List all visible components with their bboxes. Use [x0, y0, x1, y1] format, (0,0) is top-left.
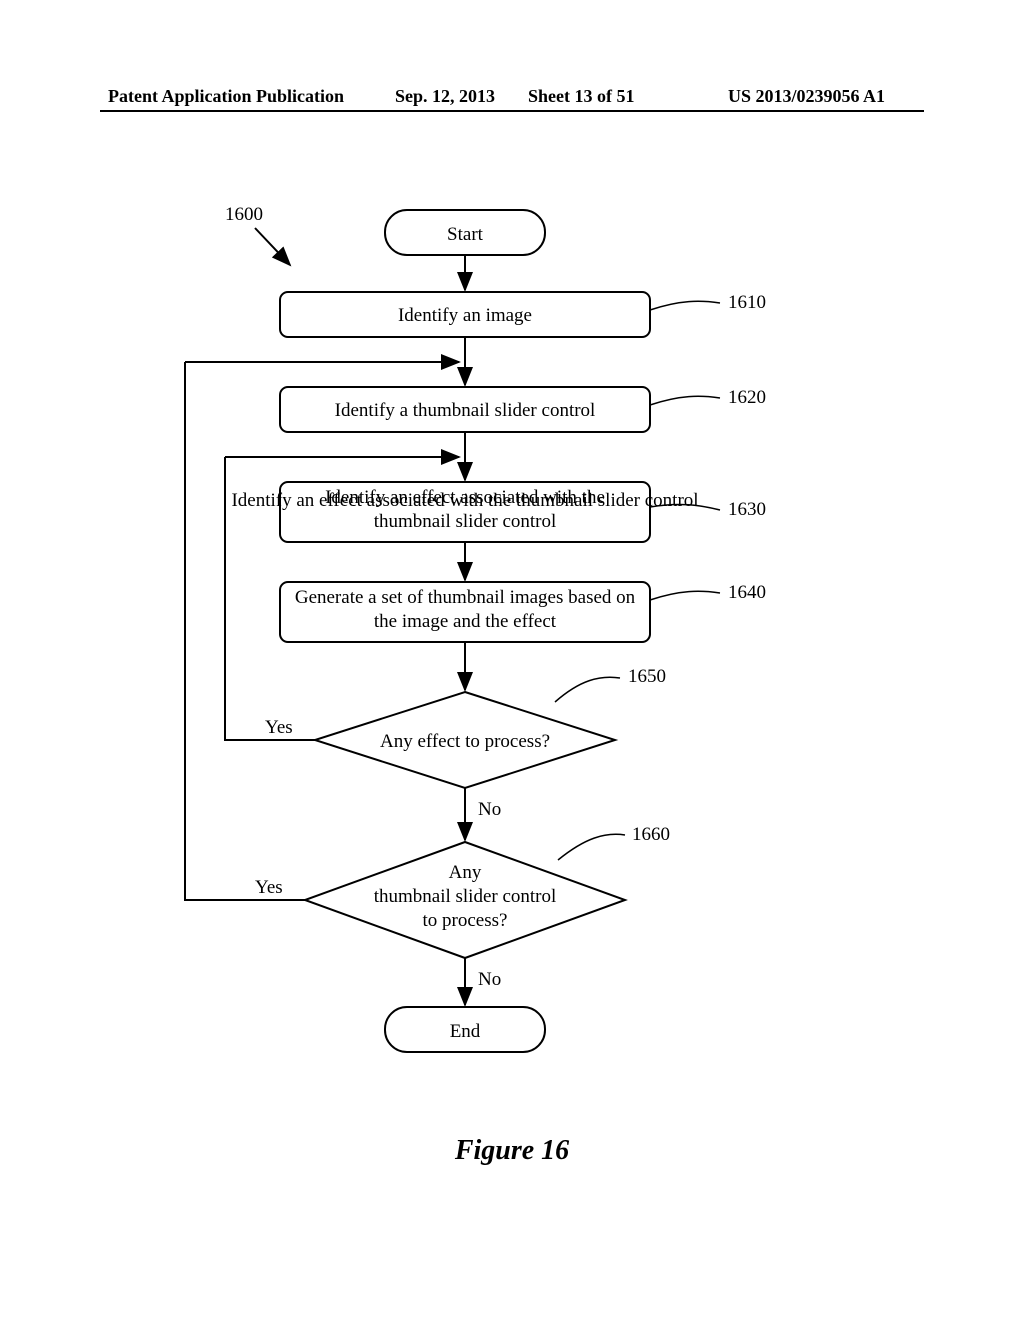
start-label: Start	[447, 224, 484, 245]
decision-1660-l2: thumbnail slider control	[374, 886, 557, 907]
leader-1660	[558, 834, 625, 860]
publication-type: Patent Application Publication	[108, 86, 344, 107]
step-1610-text: Identify an image	[398, 305, 532, 326]
ref-1620: 1620	[728, 387, 766, 408]
sheet-number: Sheet 13 of 51	[528, 86, 635, 107]
step-1630-wrap: Identify an effect associated with the t…	[285, 486, 645, 534]
decision-1650-text: Any effect to process?	[380, 731, 550, 752]
step-1620-text: Identify a thumbnail slider control	[335, 400, 596, 421]
ref-1610: 1610	[728, 292, 766, 313]
header-rule	[100, 110, 924, 112]
ref-1630: 1630	[728, 499, 766, 520]
leader-1620	[650, 396, 720, 405]
ref-1660: 1660	[632, 824, 670, 845]
leader-1650	[555, 677, 620, 702]
label-1660-yes: Yes	[255, 877, 283, 898]
publication-date: Sep. 12, 2013	[395, 86, 495, 107]
end-label: End	[450, 1021, 481, 1042]
ref-1600-arrow	[255, 228, 290, 265]
decision-1660-l3: to process?	[423, 910, 508, 931]
label-1660-no: No	[478, 969, 501, 990]
label-1650-yes: Yes	[265, 717, 293, 738]
step-1640-wrap: Generate a set of thumbnail images based…	[285, 586, 645, 634]
leader-1640	[650, 591, 720, 600]
application-number: US 2013/0239056 A1	[728, 86, 885, 107]
ref-1650: 1650	[628, 666, 666, 687]
decision-1660-l1: Any	[449, 862, 482, 883]
ref-1600: 1600	[225, 204, 263, 225]
leader-1610	[650, 301, 720, 310]
ref-1640: 1640	[728, 582, 766, 603]
label-1650-no: No	[478, 799, 501, 820]
figure-caption: Figure 16	[0, 1135, 1024, 1167]
